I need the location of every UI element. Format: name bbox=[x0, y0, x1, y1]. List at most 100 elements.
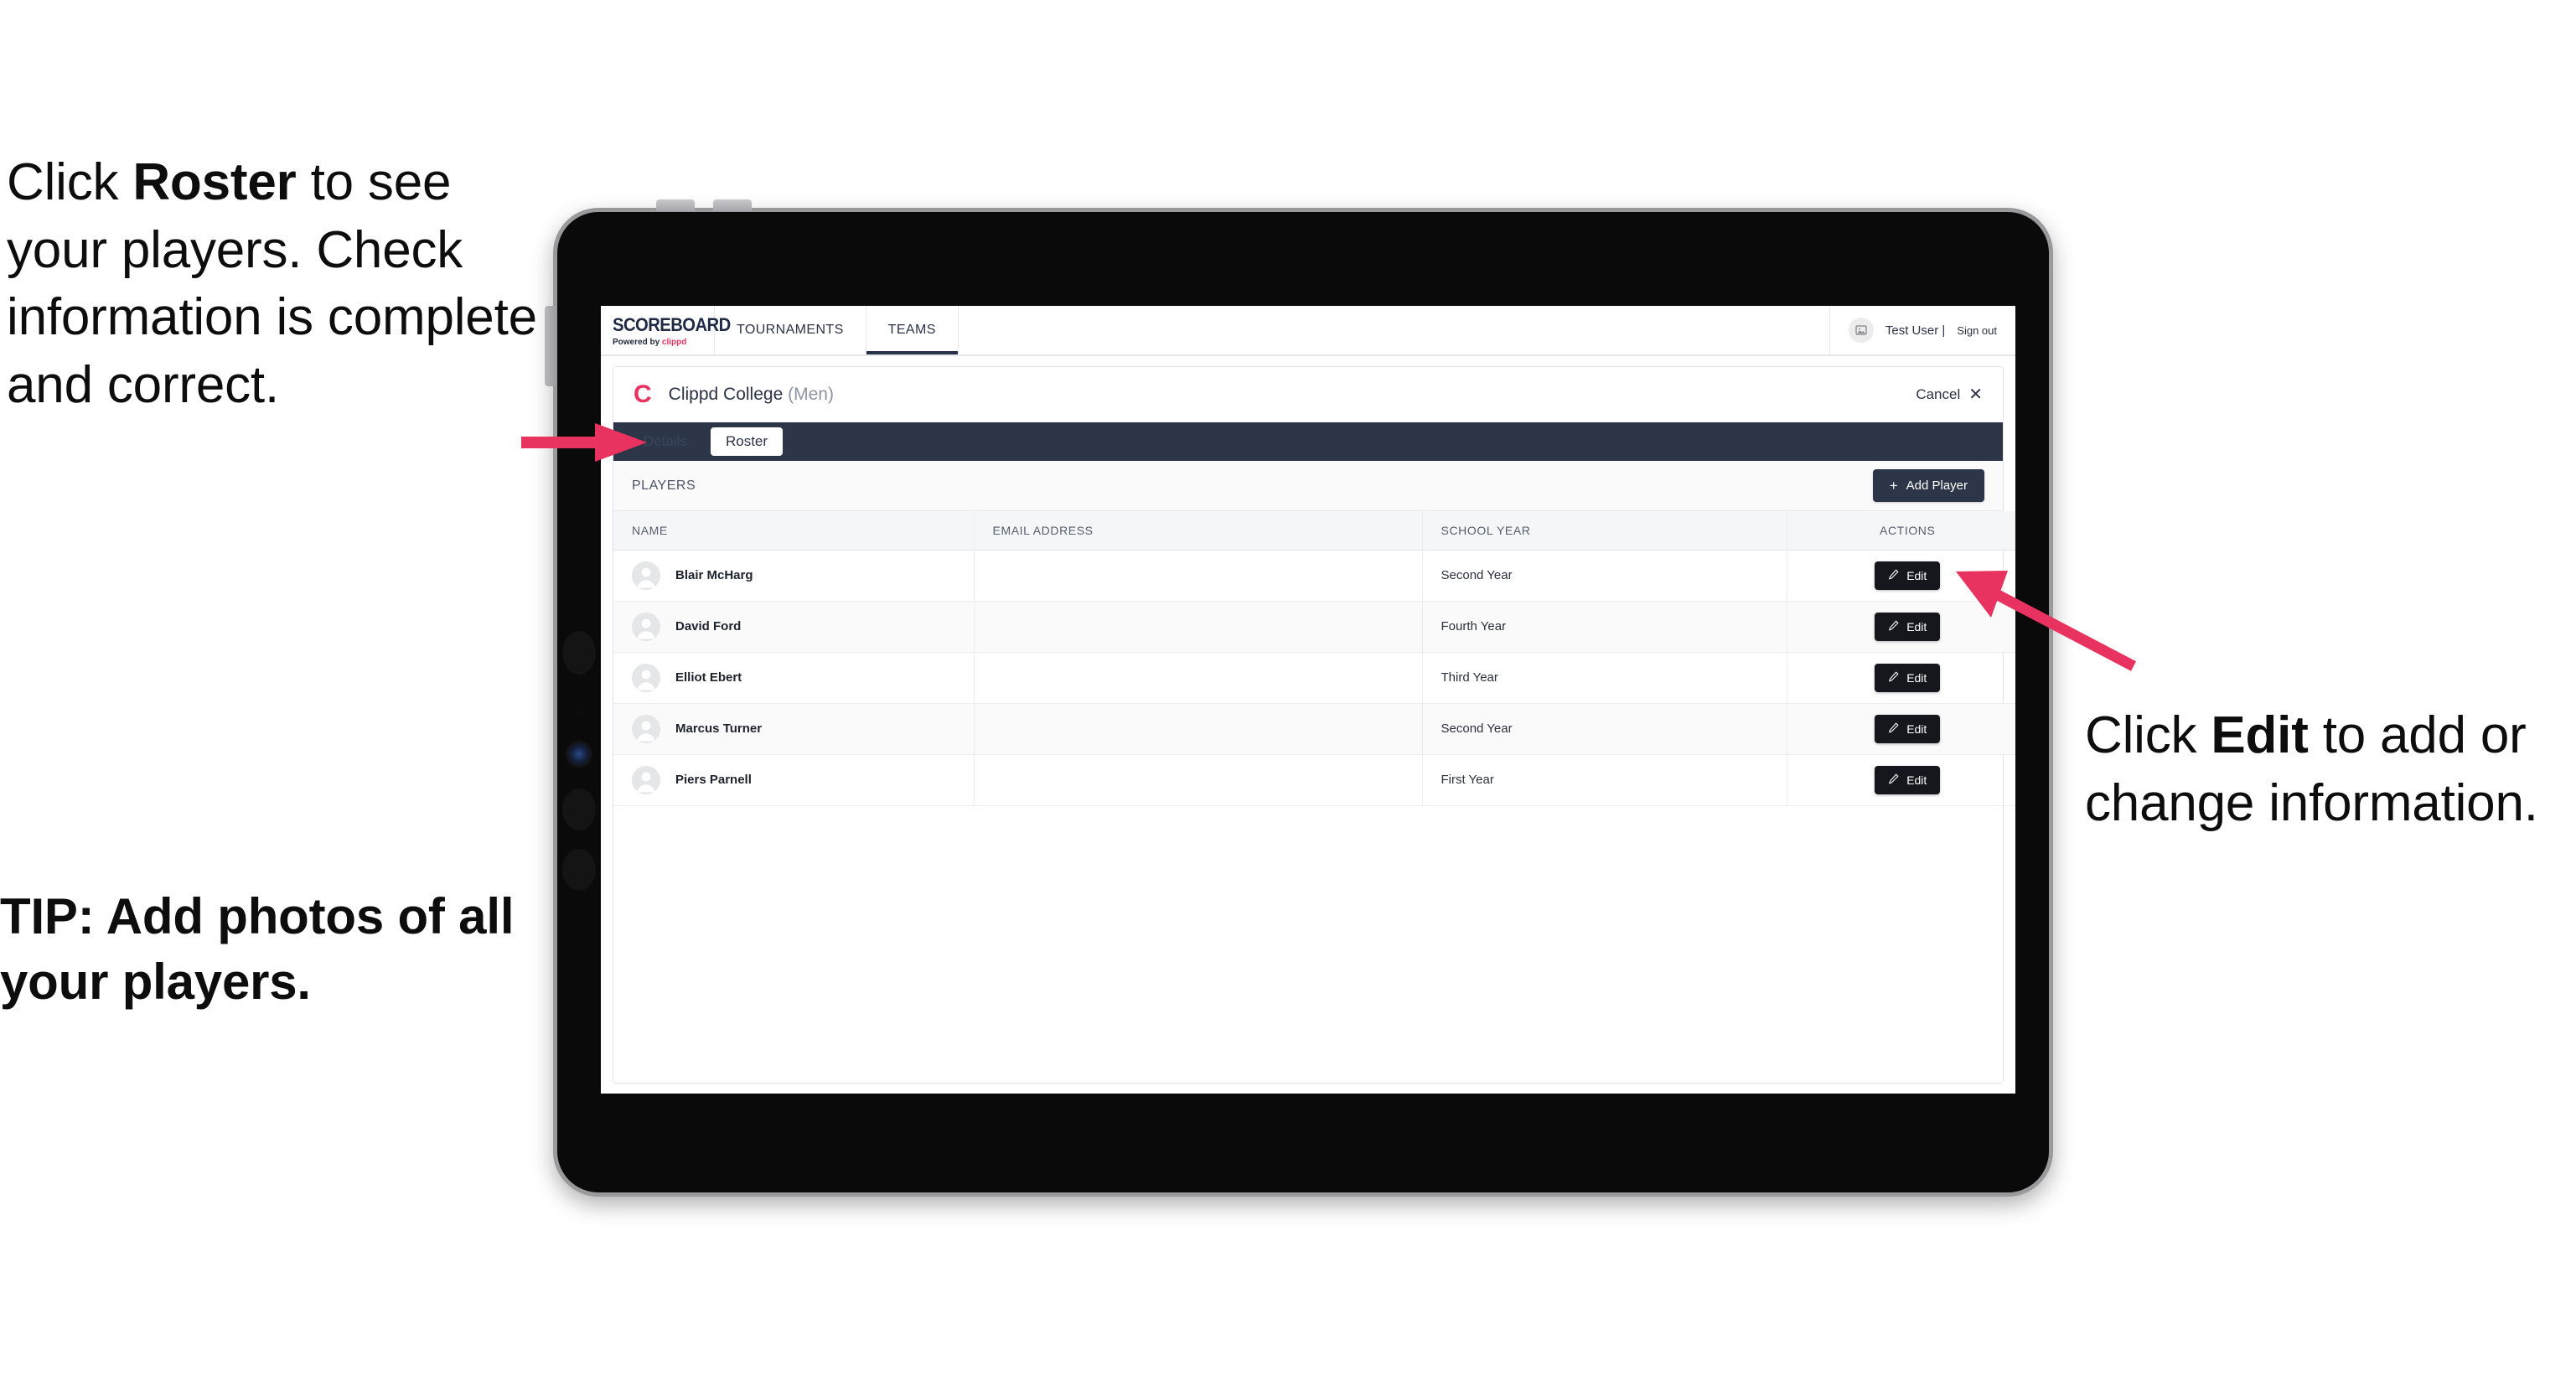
player-name-cell: David Ford bbox=[632, 612, 974, 641]
player-avatar-icon bbox=[632, 765, 660, 794]
player-name-label: Elliot Ebert bbox=[675, 670, 742, 685]
table-row: Elliot Ebert Third Year Edit bbox=[613, 652, 2015, 704]
player-avatar-icon bbox=[632, 663, 660, 692]
nav-tab-tournaments[interactable]: TOURNAMENTS bbox=[715, 306, 866, 354]
cancel-button[interactable]: Cancel ✕ bbox=[1916, 386, 1983, 403]
player-name-cell: Elliot Ebert bbox=[632, 663, 974, 692]
tablet-screen: SCOREBOARD Powered by clippd TOURNAMENTS… bbox=[601, 306, 2015, 1094]
player-name-label: Blair McHarg bbox=[675, 568, 753, 582]
pencil-icon bbox=[1888, 620, 1899, 634]
volume-down-button bbox=[713, 199, 752, 211]
pencil-icon bbox=[1888, 569, 1899, 582]
cell-name: Elliot Ebert bbox=[613, 652, 975, 704]
team-page-header: C Clippd College (Men) Cancel ✕ bbox=[613, 367, 2003, 422]
cell-email bbox=[974, 550, 1423, 602]
cell-email bbox=[974, 601, 1423, 653]
school-year-label: Fourth Year bbox=[1441, 619, 1507, 634]
cell-school-year: Third Year bbox=[1422, 652, 1787, 704]
annotation-edit-bold: Edit bbox=[2211, 706, 2309, 764]
table-row: Blair McHarg Second Year Edit bbox=[613, 550, 2015, 602]
arrow-pointing-to-edit-button bbox=[1956, 571, 2137, 671]
player-name-label: David Ford bbox=[675, 619, 742, 634]
sign-out-link[interactable]: Sign out bbox=[1957, 324, 1997, 337]
player-avatar-icon bbox=[632, 612, 660, 641]
clippd-logo-icon: C bbox=[634, 380, 652, 408]
cell-name: Marcus Turner bbox=[613, 703, 975, 755]
table-empty-area bbox=[613, 805, 2003, 1083]
roster-table-head: NAME EMAIL ADDRESS SCHOOL YEAR ACTIONS bbox=[613, 511, 2015, 551]
team-page-card: C Clippd College (Men) Cancel ✕ Details … bbox=[613, 366, 2015, 1083]
player-name-cell: Piers Parnell bbox=[632, 765, 974, 794]
player-avatar-icon bbox=[632, 714, 660, 743]
team-title-gender: (Men) bbox=[788, 385, 834, 404]
brand-tagline-clippd: clippd bbox=[661, 337, 687, 347]
pencil-icon bbox=[1888, 722, 1899, 736]
cell-name: David Ford bbox=[613, 601, 975, 653]
volume-up-button bbox=[656, 199, 695, 211]
roster-table-body: Blair McHarg Second Year Edit David Ford Fou… bbox=[613, 550, 2015, 806]
cell-school-year: Second Year bbox=[1422, 703, 1787, 755]
school-year-label: First Year bbox=[1441, 773, 1494, 787]
roster-table: NAME EMAIL ADDRESS SCHOOL YEAR ACTIONS B… bbox=[613, 511, 2015, 806]
pencil-icon bbox=[1888, 773, 1899, 787]
arrow-pointing-to-roster-tab bbox=[521, 423, 647, 462]
table-row: Piers Parnell First Year Edit bbox=[613, 754, 2015, 806]
edit-button-label: Edit bbox=[1906, 773, 1927, 787]
annotation-tip-text: TIP: Add photos of all your players. bbox=[0, 888, 515, 1010]
pencil-icon bbox=[1888, 671, 1899, 685]
close-icon: ✕ bbox=[1968, 385, 1983, 404]
col-header-name: NAME bbox=[613, 511, 975, 551]
cell-email bbox=[974, 652, 1423, 704]
cell-name: Piers Parnell bbox=[613, 754, 975, 806]
team-subtab-bar: Details Roster bbox=[613, 422, 2003, 461]
speaker-grille-icon bbox=[562, 849, 596, 891]
camera-lens-icon bbox=[566, 740, 592, 768]
player-name-label: Marcus Turner bbox=[675, 721, 763, 736]
brand-tagline-prefix: Powered by bbox=[613, 337, 662, 347]
user-name-label: Test User | bbox=[1885, 323, 1946, 338]
col-header-school-year: SCHOOL YEAR bbox=[1422, 511, 1787, 551]
team-title-name: Clippd College bbox=[668, 385, 784, 404]
table-header-row: NAME EMAIL ADDRESS SCHOOL YEAR ACTIONS bbox=[613, 511, 2015, 551]
slide-canvas: Click Roster to see your players. Check … bbox=[0, 0, 2576, 1386]
annotation-edit-text: Click Edit to add or change information. bbox=[2085, 702, 2571, 837]
table-row: David Ford Fourth Year Edit bbox=[613, 601, 2015, 653]
nav-tab-teams[interactable]: TEAMS bbox=[866, 306, 959, 354]
brand-tagline: Powered by clippd bbox=[613, 338, 714, 347]
school-year-label: Second Year bbox=[1441, 721, 1513, 736]
player-name-label: Piers Parnell bbox=[675, 773, 752, 787]
edit-player-button[interactable]: Edit bbox=[1875, 714, 1941, 743]
speaker-grille-icon bbox=[562, 789, 596, 830]
annotation-roster-pre: Click bbox=[7, 153, 133, 211]
tab-roster[interactable]: Roster bbox=[710, 427, 784, 456]
microphone-icon bbox=[574, 705, 584, 715]
player-name-cell: Blair McHarg bbox=[632, 561, 974, 590]
edit-player-button[interactable]: Edit bbox=[1875, 765, 1941, 794]
annotation-roster-text: Click Roster to see your players. Check … bbox=[7, 149, 543, 419]
col-header-email: EMAIL ADDRESS bbox=[974, 511, 1423, 551]
edit-player-button[interactable]: Edit bbox=[1875, 663, 1941, 692]
table-row: Marcus Turner Second Year Edit bbox=[613, 703, 2015, 755]
edit-player-button[interactable]: Edit bbox=[1875, 612, 1941, 641]
plus-icon: + bbox=[1889, 478, 1898, 494]
edit-button-label: Edit bbox=[1906, 721, 1927, 736]
nav-spacer bbox=[959, 306, 1830, 354]
scoreboard-logo[interactable]: SCOREBOARD Powered by clippd bbox=[601, 306, 731, 354]
cell-email bbox=[974, 703, 1423, 755]
players-section-label: PLAYERS bbox=[632, 478, 696, 493]
power-button bbox=[545, 306, 556, 386]
player-avatar-icon bbox=[632, 561, 660, 590]
edit-button-label: Edit bbox=[1906, 670, 1927, 685]
edit-player-button[interactable]: Edit bbox=[1875, 561, 1941, 590]
cell-email bbox=[974, 754, 1423, 806]
cell-school-year: Fourth Year bbox=[1422, 601, 1787, 653]
nav-user-area: Test User | Sign out bbox=[1830, 306, 2015, 354]
add-player-button[interactable]: + Add Player bbox=[1872, 469, 1984, 502]
image-placeholder-icon[interactable] bbox=[1848, 318, 1874, 343]
edit-button-label: Edit bbox=[1906, 568, 1927, 582]
speaker-grille-icon bbox=[562, 631, 596, 675]
add-player-label: Add Player bbox=[1906, 478, 1968, 493]
school-year-label: Second Year bbox=[1441, 568, 1513, 582]
col-header-actions: ACTIONS bbox=[1787, 511, 2015, 551]
cell-school-year: First Year bbox=[1422, 754, 1787, 806]
